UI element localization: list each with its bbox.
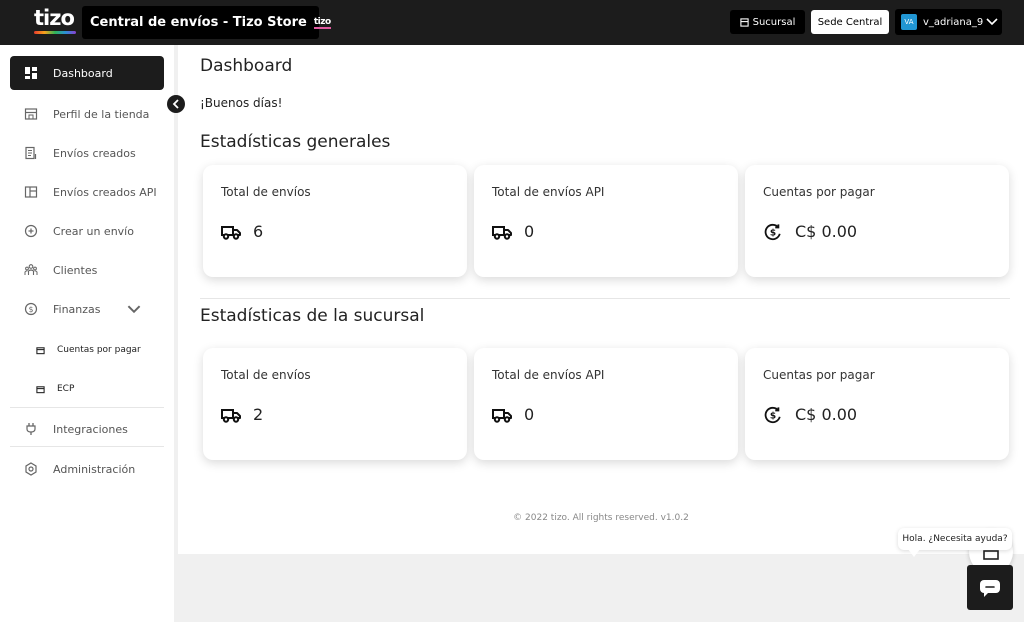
chevron-left-icon <box>172 99 179 109</box>
chat-agent-icon <box>983 550 999 560</box>
sucursal-label: Sucursal <box>752 16 796 28</box>
sidebar-item-shipments-api[interactable]: Envíos creados API <box>10 175 164 209</box>
sidebar-item-administration[interactable]: Administración <box>10 452 164 486</box>
sede-central-button[interactable]: Sede Central <box>811 10 889 34</box>
sidebar-item-clients[interactable]: Clientes <box>10 253 164 287</box>
logo-text: tizo <box>34 6 75 30</box>
card-label: Total de envíos API <box>492 368 605 382</box>
footer-copyright: © 2022 tizo. All rights reserved. v1.0.2 <box>513 513 689 523</box>
username: v_adriana_9 <box>923 16 984 28</box>
api-window-icon <box>24 186 38 198</box>
sidebar-item-integrations[interactable]: Integraciones <box>10 412 164 446</box>
app-title: Central de envíos - Tizo Store <box>90 15 307 30</box>
sidebar-subitem-ecp[interactable]: ECP <box>36 379 74 399</box>
users-icon <box>24 264 38 275</box>
stat-card-total-shipments-api: Total de envíos API 0 <box>474 165 738 277</box>
sidebar-item-label: Administración <box>53 462 136 476</box>
truck-icon <box>221 225 241 240</box>
top-bar: tizo Central de envíos - Tizo Store tizo… <box>0 0 1024 45</box>
section-title-branch: Estadísticas de la sucursal <box>200 306 425 326</box>
card-value: 0 <box>524 405 535 424</box>
user-menu[interactable]: VA v_adriana_9 <box>895 9 1002 35</box>
sidebar-collapse-button[interactable] <box>167 95 185 113</box>
svg-text:$: $ <box>770 411 776 421</box>
store-mini-logo: tizo <box>313 16 331 29</box>
stat-card-branch-total-shipments: Total de envíos 2 <box>203 348 467 460</box>
sidebar-item-label: Clientes <box>53 263 98 277</box>
tizo-logo[interactable]: tizo <box>34 6 76 36</box>
sidebar: Dashboard Perfil de la tienda Envíos cre… <box>0 45 174 622</box>
card-value: 6 <box>253 222 264 241</box>
branch-icon <box>739 17 749 27</box>
truck-icon <box>492 408 512 423</box>
dollar-cycle-icon: $ <box>764 406 781 423</box>
svg-text:$: $ <box>29 305 34 314</box>
truck-icon <box>221 408 241 423</box>
sede-label: Sede Central <box>817 16 883 28</box>
main-content: Dashboard ¡Buenos días! Estadísticas gen… <box>178 45 1024 554</box>
chevron-down-icon <box>127 302 156 316</box>
section-title-general: Estadísticas generales <box>200 132 391 152</box>
settings-icon <box>25 462 37 476</box>
wallet-icon <box>36 346 45 354</box>
logo-color-bar <box>34 31 76 34</box>
document-list-icon <box>25 146 37 160</box>
store-icon <box>24 108 38 120</box>
sidebar-item-label: Envíos creados <box>53 146 136 160</box>
chat-bubble-tail <box>908 549 920 557</box>
sidebar-item-label: Finanzas <box>53 302 101 316</box>
card-value: 2 <box>253 405 264 424</box>
sidebar-item-label: Crear un envío <box>53 224 134 238</box>
sidebar-item-label: Perfil de la tienda <box>53 107 150 121</box>
sidebar-divider <box>10 407 164 408</box>
sidebar-item-create-shipment[interactable]: Crear un envío <box>10 214 164 248</box>
stat-card-branch-accounts-payable: Cuentas por pagar $ C$ 0.00 <box>745 348 1009 460</box>
card-label: Total de envíos <box>221 368 311 382</box>
page-title: Dashboard <box>200 56 293 76</box>
sidebar-subitem-label: Cuentas por pagar <box>57 345 141 355</box>
plug-icon <box>26 423 36 435</box>
stat-card-accounts-payable: Cuentas por pagar $ C$ 0.00 <box>745 165 1009 277</box>
card-label: Total de envíos <box>221 185 311 199</box>
card-label: Total de envíos API <box>492 185 605 199</box>
sidebar-divider <box>10 446 164 447</box>
sidebar-subitem-label: ECP <box>57 384 75 394</box>
chat-bubble-icon <box>980 579 1000 597</box>
sidebar-item-store-profile[interactable]: Perfil de la tienda <box>10 97 164 131</box>
svg-text:$: $ <box>770 228 776 238</box>
dollar-coin-icon: $ <box>24 302 38 316</box>
stat-card-total-shipments: Total de envíos 6 <box>203 165 467 277</box>
sidebar-item-finances[interactable]: $ Finanzas <box>10 292 164 326</box>
sidebar-item-label: Envíos creados API <box>53 185 157 199</box>
chat-button[interactable] <box>967 565 1013 610</box>
dashboard-icon <box>25 67 37 79</box>
section-divider <box>200 298 1010 299</box>
card-label: Cuentas por pagar <box>763 185 875 199</box>
greeting: ¡Buenos días! <box>200 96 283 110</box>
sidebar-item-dashboard[interactable]: Dashboard <box>10 56 164 90</box>
sidebar-subitem-accounts-payable[interactable]: Cuentas por pagar <box>36 340 141 360</box>
card-value: C$ 0.00 <box>795 222 858 241</box>
stat-card-branch-total-shipments-api: Total de envíos API 0 <box>474 348 738 460</box>
sidebar-item-label: Integraciones <box>53 422 128 436</box>
card-value: C$ 0.00 <box>795 405 858 424</box>
card-label: Cuentas por pagar <box>763 368 875 382</box>
plus-circle-icon <box>24 224 38 238</box>
chat-greeting-bubble[interactable]: Hola. ¿Necesita ayuda? <box>898 528 1012 550</box>
truck-icon <box>492 225 512 240</box>
card-value: 0 <box>524 222 535 241</box>
avatar: VA <box>901 14 917 30</box>
sidebar-item-shipments[interactable]: Envíos creados <box>10 136 164 170</box>
chevron-down-icon <box>986 18 998 26</box>
sidebar-item-label: Dashboard <box>53 66 113 80</box>
app-title-box: Central de envíos - Tizo Store tizo <box>82 6 331 39</box>
wallet-icon <box>36 385 45 393</box>
dollar-cycle-icon: $ <box>764 223 781 240</box>
sucursal-button[interactable]: Sucursal <box>730 10 805 34</box>
